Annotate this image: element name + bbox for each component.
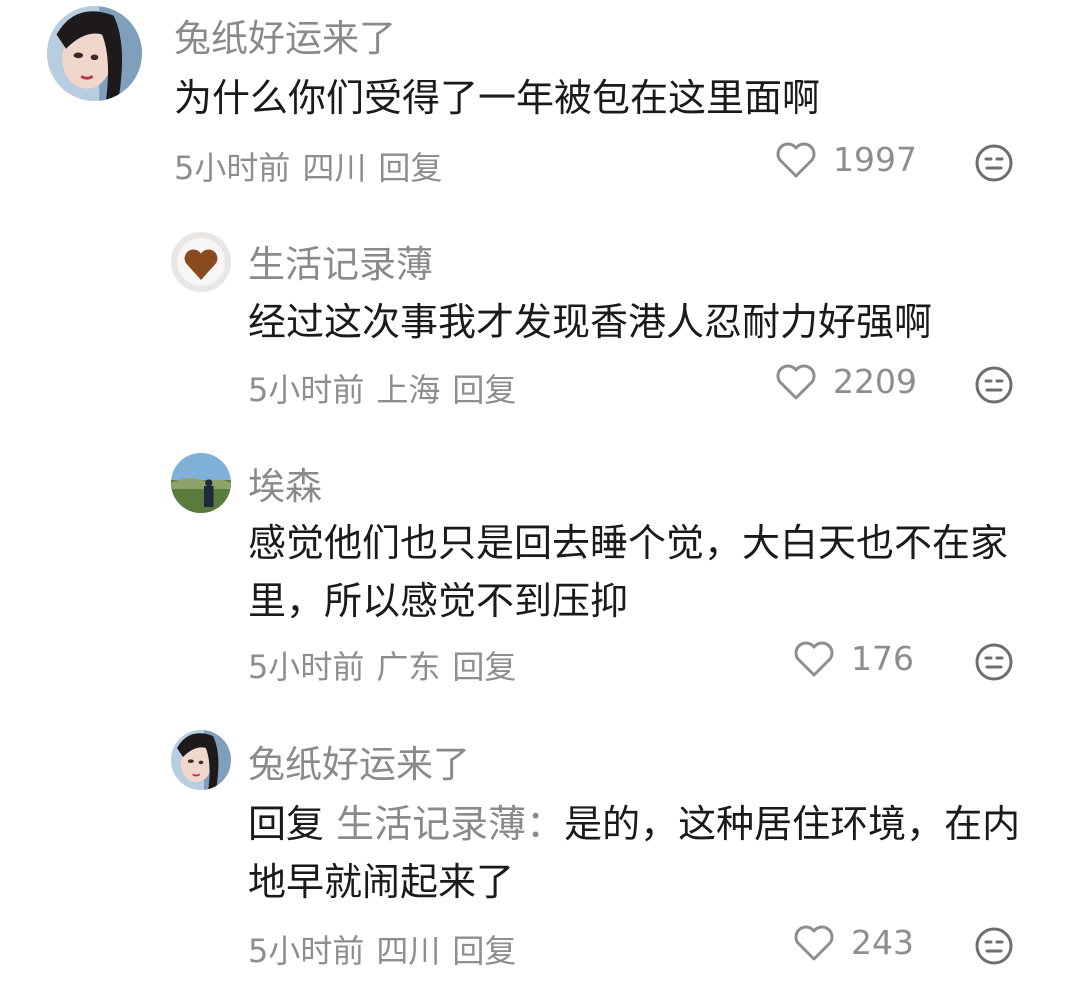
comment-time: 5小时前 <box>248 932 365 970</box>
comment-author[interactable]: 兔纸好运来了 <box>248 734 470 788</box>
comment-meta: 5小时前 四川 回复 <box>248 926 528 972</box>
avatar-girl-icon <box>171 730 231 790</box>
more-options-button[interactable] <box>974 926 1014 970</box>
heart-outline-icon <box>794 925 834 960</box>
avatar[interactable] <box>171 730 231 790</box>
comment-item: 兔纸好运来了 回复 生活记录薄：是的，这种居住环境，在内地早就闹起来了 5小时前… <box>0 0 1079 983</box>
comment-text-block: 回复 生活记录薄：是的，这种居住环境，在内地早就闹起来了 <box>248 796 1028 912</box>
like-button[interactable]: 243 <box>793 923 914 962</box>
reply-target-link[interactable]: 生活记录薄： <box>336 802 564 846</box>
reply-button[interactable]: 回复 <box>452 932 516 970</box>
reply-prefix: 回复 <box>248 802 325 846</box>
comment-location: 四川 <box>376 932 441 970</box>
face-icon <box>975 927 1013 965</box>
like-count: 243 <box>851 923 914 962</box>
